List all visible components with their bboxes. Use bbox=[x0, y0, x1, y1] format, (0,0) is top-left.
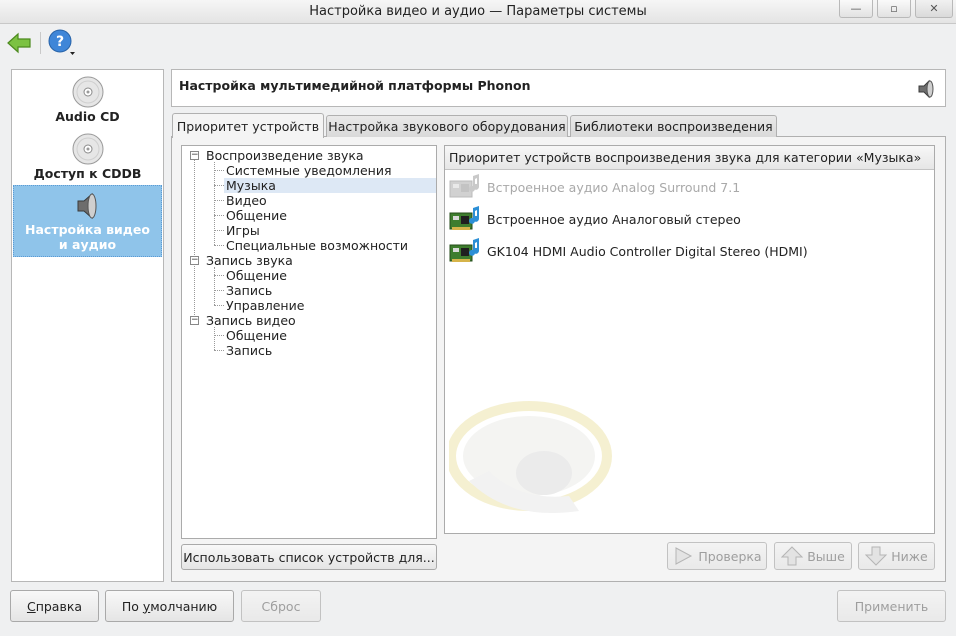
tree-group-playback[interactable]: Воспроизведение звука bbox=[206, 148, 364, 163]
tree-item[interactable]: Видео bbox=[226, 193, 267, 208]
tree-line bbox=[214, 230, 224, 231]
device-item[interactable]: Встроенное аудио Аналоговый стерео bbox=[449, 204, 741, 234]
move-up-button[interactable]: Выше bbox=[774, 542, 852, 570]
button-label: Проверка bbox=[698, 548, 762, 564]
button-label: Использовать список устройств для... bbox=[183, 549, 435, 565]
device-list-header: Приоритет устройств воспроизведения звук… bbox=[445, 146, 934, 170]
device-list[interactable]: Приоритет устройств воспроизведения звук… bbox=[444, 145, 935, 534]
reset-button[interactable]: Сброс bbox=[241, 590, 321, 622]
sidebar-item-audio-cd[interactable]: Audio CD bbox=[13, 75, 162, 127]
tree-line bbox=[194, 160, 195, 325]
device-label: Встроенное аудио Аналоговый стерео bbox=[487, 211, 741, 227]
tree-line bbox=[214, 327, 215, 350]
minimize-button[interactable]: — bbox=[839, 0, 873, 18]
button-label-mnemonic: у bbox=[142, 598, 151, 614]
help-button[interactable]: Справка bbox=[10, 590, 99, 622]
maximize-icon: ▫ bbox=[890, 2, 898, 15]
sound-card-icon bbox=[449, 238, 479, 262]
tree-line bbox=[214, 335, 224, 336]
toolbar-separator bbox=[40, 32, 41, 54]
tree-line bbox=[214, 350, 224, 351]
tree-line bbox=[214, 305, 224, 306]
button-label: Применить bbox=[854, 598, 929, 614]
category-tree[interactable]: − Воспроизведение звука Системные уведом… bbox=[181, 145, 437, 539]
minimize-icon: — bbox=[850, 2, 862, 15]
close-button[interactable]: ✕ bbox=[915, 0, 953, 18]
speaker-watermark-icon bbox=[449, 401, 612, 513]
cd-icon bbox=[72, 133, 103, 165]
tree-line bbox=[214, 162, 215, 245]
speaker-icon bbox=[77, 192, 96, 220]
tree-item[interactable]: Системные уведомления bbox=[226, 163, 392, 178]
back-button[interactable] bbox=[4, 28, 34, 58]
button-label-mnemonic: С bbox=[26, 598, 36, 614]
button-label-suffix: молчанию bbox=[150, 598, 218, 614]
sidebar-item-cddb[interactable]: Доступ к CDDB bbox=[13, 132, 162, 184]
tree-line bbox=[214, 245, 224, 246]
toolbar bbox=[0, 25, 956, 61]
button-label: правка bbox=[35, 598, 83, 614]
back-arrow-icon bbox=[7, 32, 31, 54]
device-item[interactable]: GK104 HDMI Audio Controller Digital Ster… bbox=[449, 236, 808, 266]
test-button[interactable]: Проверка bbox=[667, 542, 767, 570]
device-label: Встроенное аудио Analog Surround 7.1 bbox=[487, 179, 741, 195]
tree-line bbox=[214, 267, 215, 305]
sidebar-item-label-2: и аудио bbox=[58, 237, 117, 252]
defaults-button[interactable]: По у молчанию bbox=[105, 590, 234, 622]
device-label: GK104 HDMI Audio Controller Digital Ster… bbox=[487, 243, 808, 259]
arrow-down-icon bbox=[865, 546, 888, 566]
maximize-button[interactable]: ▫ bbox=[877, 0, 911, 18]
sidebar-item-label: Доступ к CDDB bbox=[33, 166, 142, 181]
help-icon: ? bbox=[48, 29, 75, 55]
tree-item[interactable]: Специальные возможности bbox=[226, 238, 408, 253]
tree-line bbox=[214, 170, 224, 171]
tree-item-selected[interactable]: Музыка bbox=[224, 178, 436, 193]
tree-expander[interactable]: − bbox=[190, 151, 199, 160]
close-icon: ✕ bbox=[929, 2, 939, 15]
tree-item[interactable]: Общение bbox=[226, 208, 287, 223]
page-title: Настройка мультимедийной платформы Phono… bbox=[179, 78, 531, 93]
sound-card-icon bbox=[449, 206, 479, 230]
move-down-button[interactable]: Ниже bbox=[858, 542, 935, 570]
tree-group-video-capture[interactable]: Запись видео bbox=[206, 313, 296, 328]
speaker-icon bbox=[918, 79, 934, 99]
tree-line bbox=[214, 200, 224, 201]
cd-icon bbox=[72, 76, 103, 108]
tree-expander[interactable]: − bbox=[190, 316, 199, 325]
tree-expander[interactable]: − bbox=[190, 256, 199, 265]
tree-line bbox=[214, 185, 224, 186]
device-item[interactable]: Встроенное аудио Analog Surround 7.1 bbox=[449, 172, 740, 202]
button-label: По bbox=[121, 598, 143, 614]
button-label: Выше bbox=[807, 548, 845, 564]
button-label: Ниже bbox=[891, 548, 928, 564]
play-icon bbox=[672, 546, 694, 566]
page-header: Настройка мультимедийной платформы Phono… bbox=[171, 69, 946, 107]
use-device-list-button[interactable]: Использовать список устройств для... bbox=[181, 544, 437, 570]
help-menu-button[interactable]: ? bbox=[46, 27, 76, 57]
tab-audio-hardware[interactable]: Настройка звукового оборудования bbox=[326, 115, 568, 137]
sound-card-icon bbox=[449, 174, 479, 198]
tab-device-priority[interactable]: Приоритет устройств bbox=[172, 113, 324, 138]
sidebar: Audio CD Доступ к CDDB Настройка видео и… bbox=[11, 69, 164, 582]
sidebar-item-label: Настройка видео bbox=[25, 222, 150, 237]
sidebar-item-label: Audio CD bbox=[55, 109, 120, 124]
apply-button[interactable]: Применить bbox=[837, 590, 946, 622]
tree-item[interactable]: Запись bbox=[226, 283, 272, 298]
tree-item[interactable]: Запись bbox=[226, 343, 272, 358]
tree-item[interactable]: Общение bbox=[226, 328, 287, 343]
tree-line bbox=[214, 290, 224, 291]
tab-backends[interactable]: Библиотеки воспроизведения bbox=[570, 115, 777, 137]
arrow-up-icon bbox=[781, 546, 804, 566]
tree-group-audio-capture[interactable]: Запись звука bbox=[206, 253, 293, 268]
tree-line bbox=[214, 215, 224, 216]
tree-item[interactable]: Общение bbox=[226, 268, 287, 283]
window-title: Настройка видео и аудио — Параметры сист… bbox=[309, 4, 647, 19]
sidebar-item-video-audio[interactable]: Настройка видео и аудио bbox=[13, 185, 162, 257]
tree-line bbox=[214, 275, 224, 276]
button-label: Сброс bbox=[261, 598, 301, 614]
tree-item[interactable]: Управление bbox=[226, 298, 304, 313]
tree-item[interactable]: Игры bbox=[226, 223, 260, 238]
svg-text:?: ? bbox=[56, 34, 64, 50]
